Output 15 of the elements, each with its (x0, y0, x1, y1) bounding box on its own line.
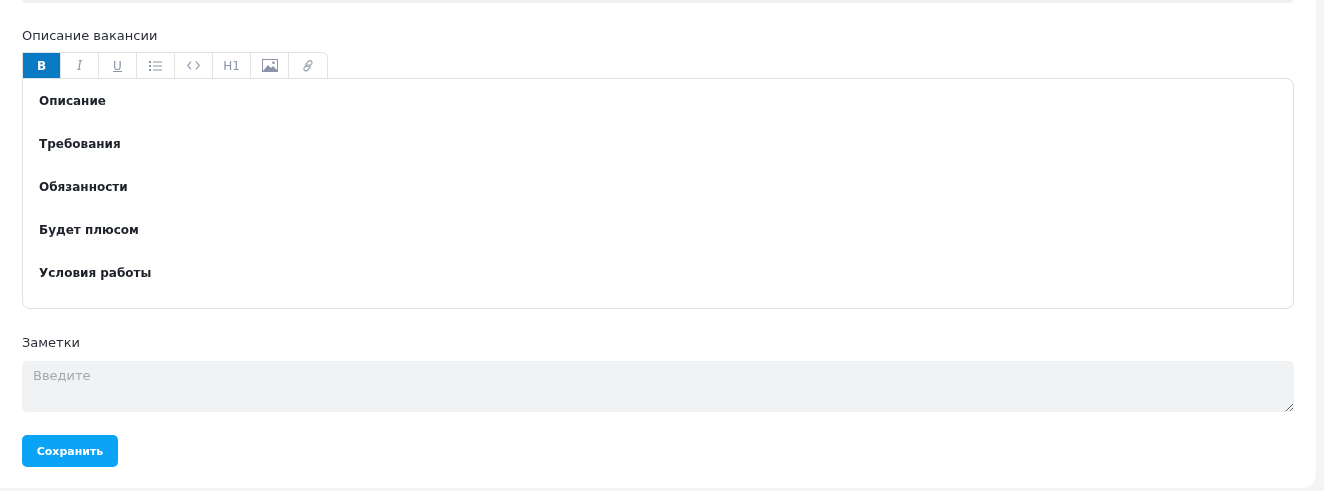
image-icon (261, 59, 278, 72)
field-label: Заметки (22, 335, 81, 351)
link-icon (302, 59, 314, 72)
field-label: Описание вакансии (22, 28, 159, 44)
notes-field[interactable]: Введите (22, 361, 1294, 412)
editor-heading: Описание (39, 93, 107, 110)
code-icon (187, 61, 200, 70)
editor-heading: Условия работы (39, 265, 153, 282)
editor-heading: Требования (39, 136, 122, 153)
editor-heading: Будет плюсом (39, 222, 140, 239)
editor-heading: Обязанности (39, 179, 129, 196)
rich-text-editor[interactable]: Описание Требования Обязанности Будет плюсом Условия работы (22, 78, 1294, 309)
list-icon (149, 60, 162, 71)
save-button[interactable]: Сохранить (22, 435, 118, 467)
format-bold-button[interactable]: B (23, 53, 61, 78)
